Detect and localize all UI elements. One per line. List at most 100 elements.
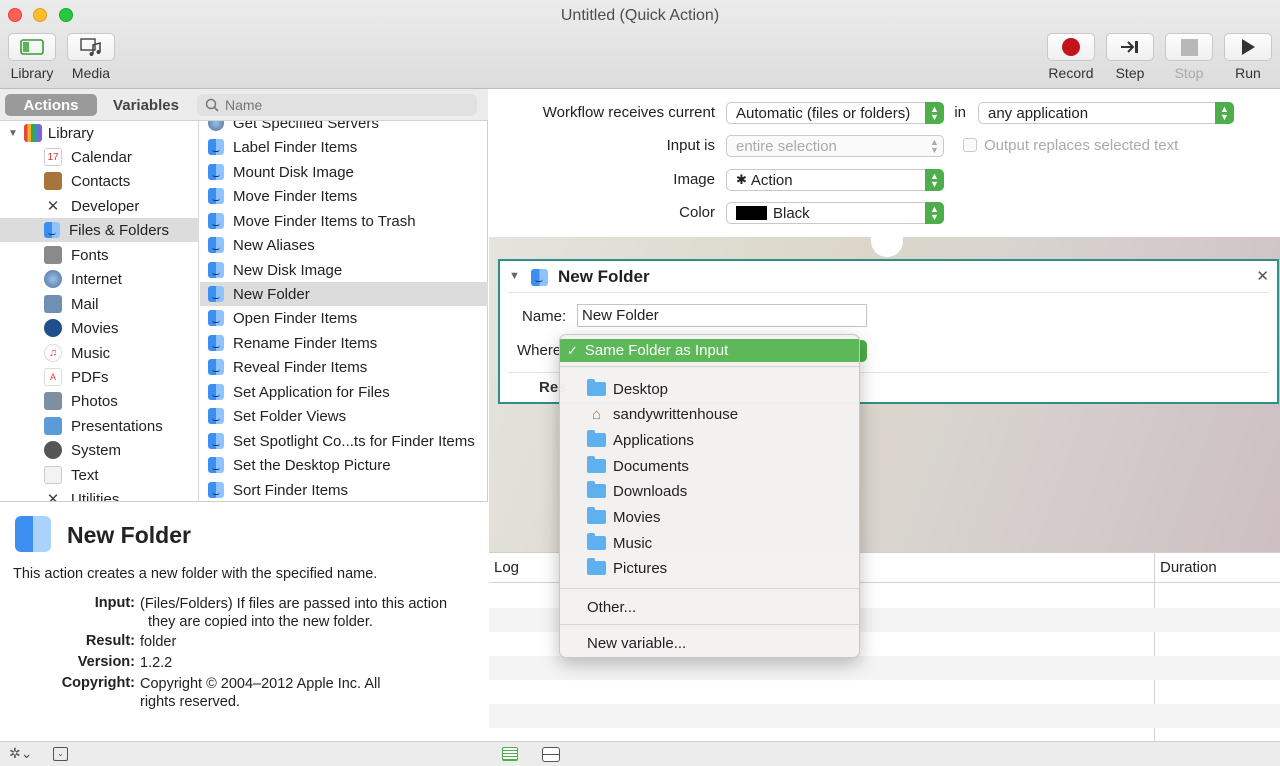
tab-variables[interactable]: Variables (100, 94, 192, 116)
action-item-selected[interactable]: New Folder (200, 282, 488, 306)
action-item[interactable]: Reveal Finder Items (200, 355, 488, 379)
library-item-movies[interactable]: Movies (0, 316, 198, 340)
result-value: folder (140, 634, 177, 650)
library-item-developer[interactable]: ✕ Developer (0, 194, 198, 218)
action-item[interactable]: Rename Finder Items (200, 331, 488, 355)
action-item[interactable]: Get Specified Servers (200, 121, 488, 135)
output-replaces-checkbox[interactable] (963, 138, 977, 152)
split-view-icon[interactable] (542, 747, 560, 762)
name-field[interactable]: New Folder (577, 304, 867, 327)
input-is-popup[interactable]: entire selection ▲ ▼ (726, 135, 944, 157)
run-button[interactable] (1224, 33, 1272, 61)
record-button[interactable] (1047, 33, 1095, 61)
finder-icon (208, 359, 224, 375)
description-title: New Folder (67, 522, 191, 548)
action-item[interactable]: New Aliases (200, 233, 488, 257)
menu-item-other[interactable]: Other... (560, 595, 859, 619)
library-item-fonts[interactable]: Fonts (0, 243, 198, 267)
menu-item-movies[interactable]: Movies (560, 505, 859, 529)
gear-icon[interactable]: ✲⌄ (9, 745, 32, 762)
log-column-header[interactable]: Log (494, 559, 519, 576)
connector-notch (871, 235, 903, 257)
description-toggle-icon[interactable]: ⌄ (53, 747, 68, 761)
menu-item-documents[interactable]: Documents (560, 454, 859, 478)
disclosure-triangle-icon[interactable]: ▼ (8, 128, 18, 139)
library-item-files-folders[interactable]: Files & Folders (0, 218, 198, 242)
library-item-utilities[interactable]: ✕ Utilities (0, 487, 198, 502)
close-icon[interactable]: ✕ (1256, 267, 1269, 285)
input-is-value: entire selection (736, 137, 837, 155)
action-item[interactable]: Sort Finder Items (200, 478, 488, 501)
step-button[interactable] (1106, 33, 1154, 61)
action-item[interactable]: Set the Desktop Picture (200, 453, 488, 477)
library-label: Library (10, 65, 54, 81)
library-root[interactable]: ▼ Library (0, 121, 198, 145)
menu-separator (560, 624, 859, 625)
input-is-label: Input is (666, 137, 715, 154)
menu-item-selected[interactable]: ✓ Same Folder as Input (560, 339, 859, 362)
stop-label: Stop (1174, 65, 1204, 81)
color-popup[interactable]: Black ▲ ▼ (726, 202, 944, 224)
stop-button[interactable] (1165, 33, 1213, 61)
finder-icon (208, 237, 224, 253)
menu-item-applications[interactable]: Applications (560, 428, 859, 452)
menu-item-new-variable[interactable]: New variable... (560, 631, 859, 655)
library-item-calendar[interactable]: 17 Calendar (0, 145, 198, 169)
collapse-triangle-icon[interactable]: ▼ (509, 270, 520, 282)
library-item-presentations[interactable]: Presentations (0, 414, 198, 438)
log-row (489, 680, 1280, 704)
library-item-text[interactable]: Text (0, 463, 198, 487)
library-item-music[interactable]: ♫ Music (0, 341, 198, 365)
library-item-photos[interactable]: Photos (0, 389, 198, 413)
where-label: Where (517, 342, 562, 359)
action-item[interactable]: New Disk Image (200, 258, 488, 282)
finder-icon (208, 457, 224, 473)
library-item-mail[interactable]: Mail (0, 292, 198, 316)
menu-item-desktop[interactable]: Desktop (560, 377, 859, 401)
media-button[interactable] (67, 33, 115, 61)
action-item[interactable]: Set Application for Files (200, 380, 488, 404)
version-value: 1.2.2 (140, 655, 173, 671)
tab-actions[interactable]: Actions (5, 94, 97, 116)
menu-item-home[interactable]: ⌂ sandywrittenhouse (560, 402, 859, 426)
color-label: Color (679, 204, 715, 221)
library-item-label: Movies (71, 319, 119, 337)
image-popup[interactable]: ✱ Action ▲ ▼ (726, 169, 944, 191)
menu-item-label: Movies (613, 508, 661, 526)
action-item[interactable]: Open Finder Items (200, 306, 488, 330)
finder-icon (15, 516, 51, 552)
workflow-receives-value: Automatic (files or folders) (736, 104, 911, 122)
workflow-receives-popup[interactable]: Automatic (files or folders) ▲ ▼ (726, 102, 944, 124)
action-item[interactable]: Move Finder Items to Trash (200, 209, 488, 233)
library-item-contacts[interactable]: Contacts (0, 169, 198, 193)
folder-movies-icon (587, 507, 606, 524)
menu-item-music[interactable]: Music (560, 531, 859, 555)
duration-column-header[interactable]: Duration (1160, 559, 1217, 576)
application-popup[interactable]: any application ▲ ▼ (978, 102, 1234, 124)
finder-icon (208, 213, 224, 229)
action-item[interactable]: Mount Disk Image (200, 160, 488, 184)
menu-item-label: sandywrittenhouse (613, 405, 739, 423)
stop-icon (1180, 38, 1198, 56)
action-item[interactable]: Move Finder Items (200, 184, 488, 208)
text-icon (44, 466, 62, 484)
media-icon (80, 38, 101, 56)
search-field[interactable] (197, 94, 477, 116)
menu-item-label: Applications (613, 431, 694, 449)
step-label: Step (1115, 65, 1145, 81)
action-item[interactable]: Label Finder Items (200, 135, 488, 159)
search-input[interactable] (225, 97, 465, 113)
record-icon (1062, 38, 1080, 56)
library-button[interactable] (8, 33, 56, 61)
action-item[interactable]: Set Spotlight Co...ts for Finder Items (200, 429, 488, 453)
finder-icon (208, 335, 224, 351)
list-view-icon[interactable] (502, 747, 518, 761)
library-root-label: Library (47, 124, 94, 142)
library-item-system[interactable]: System (0, 438, 198, 462)
library-item-pdfs[interactable]: A PDFs (0, 365, 198, 389)
menu-item-label: Documents (613, 457, 689, 475)
library-item-internet[interactable]: Internet (0, 267, 198, 291)
menu-item-pictures[interactable]: Pictures (560, 556, 859, 580)
menu-item-downloads[interactable]: Downloads (560, 479, 859, 503)
action-item[interactable]: Set Folder Views (200, 404, 488, 428)
